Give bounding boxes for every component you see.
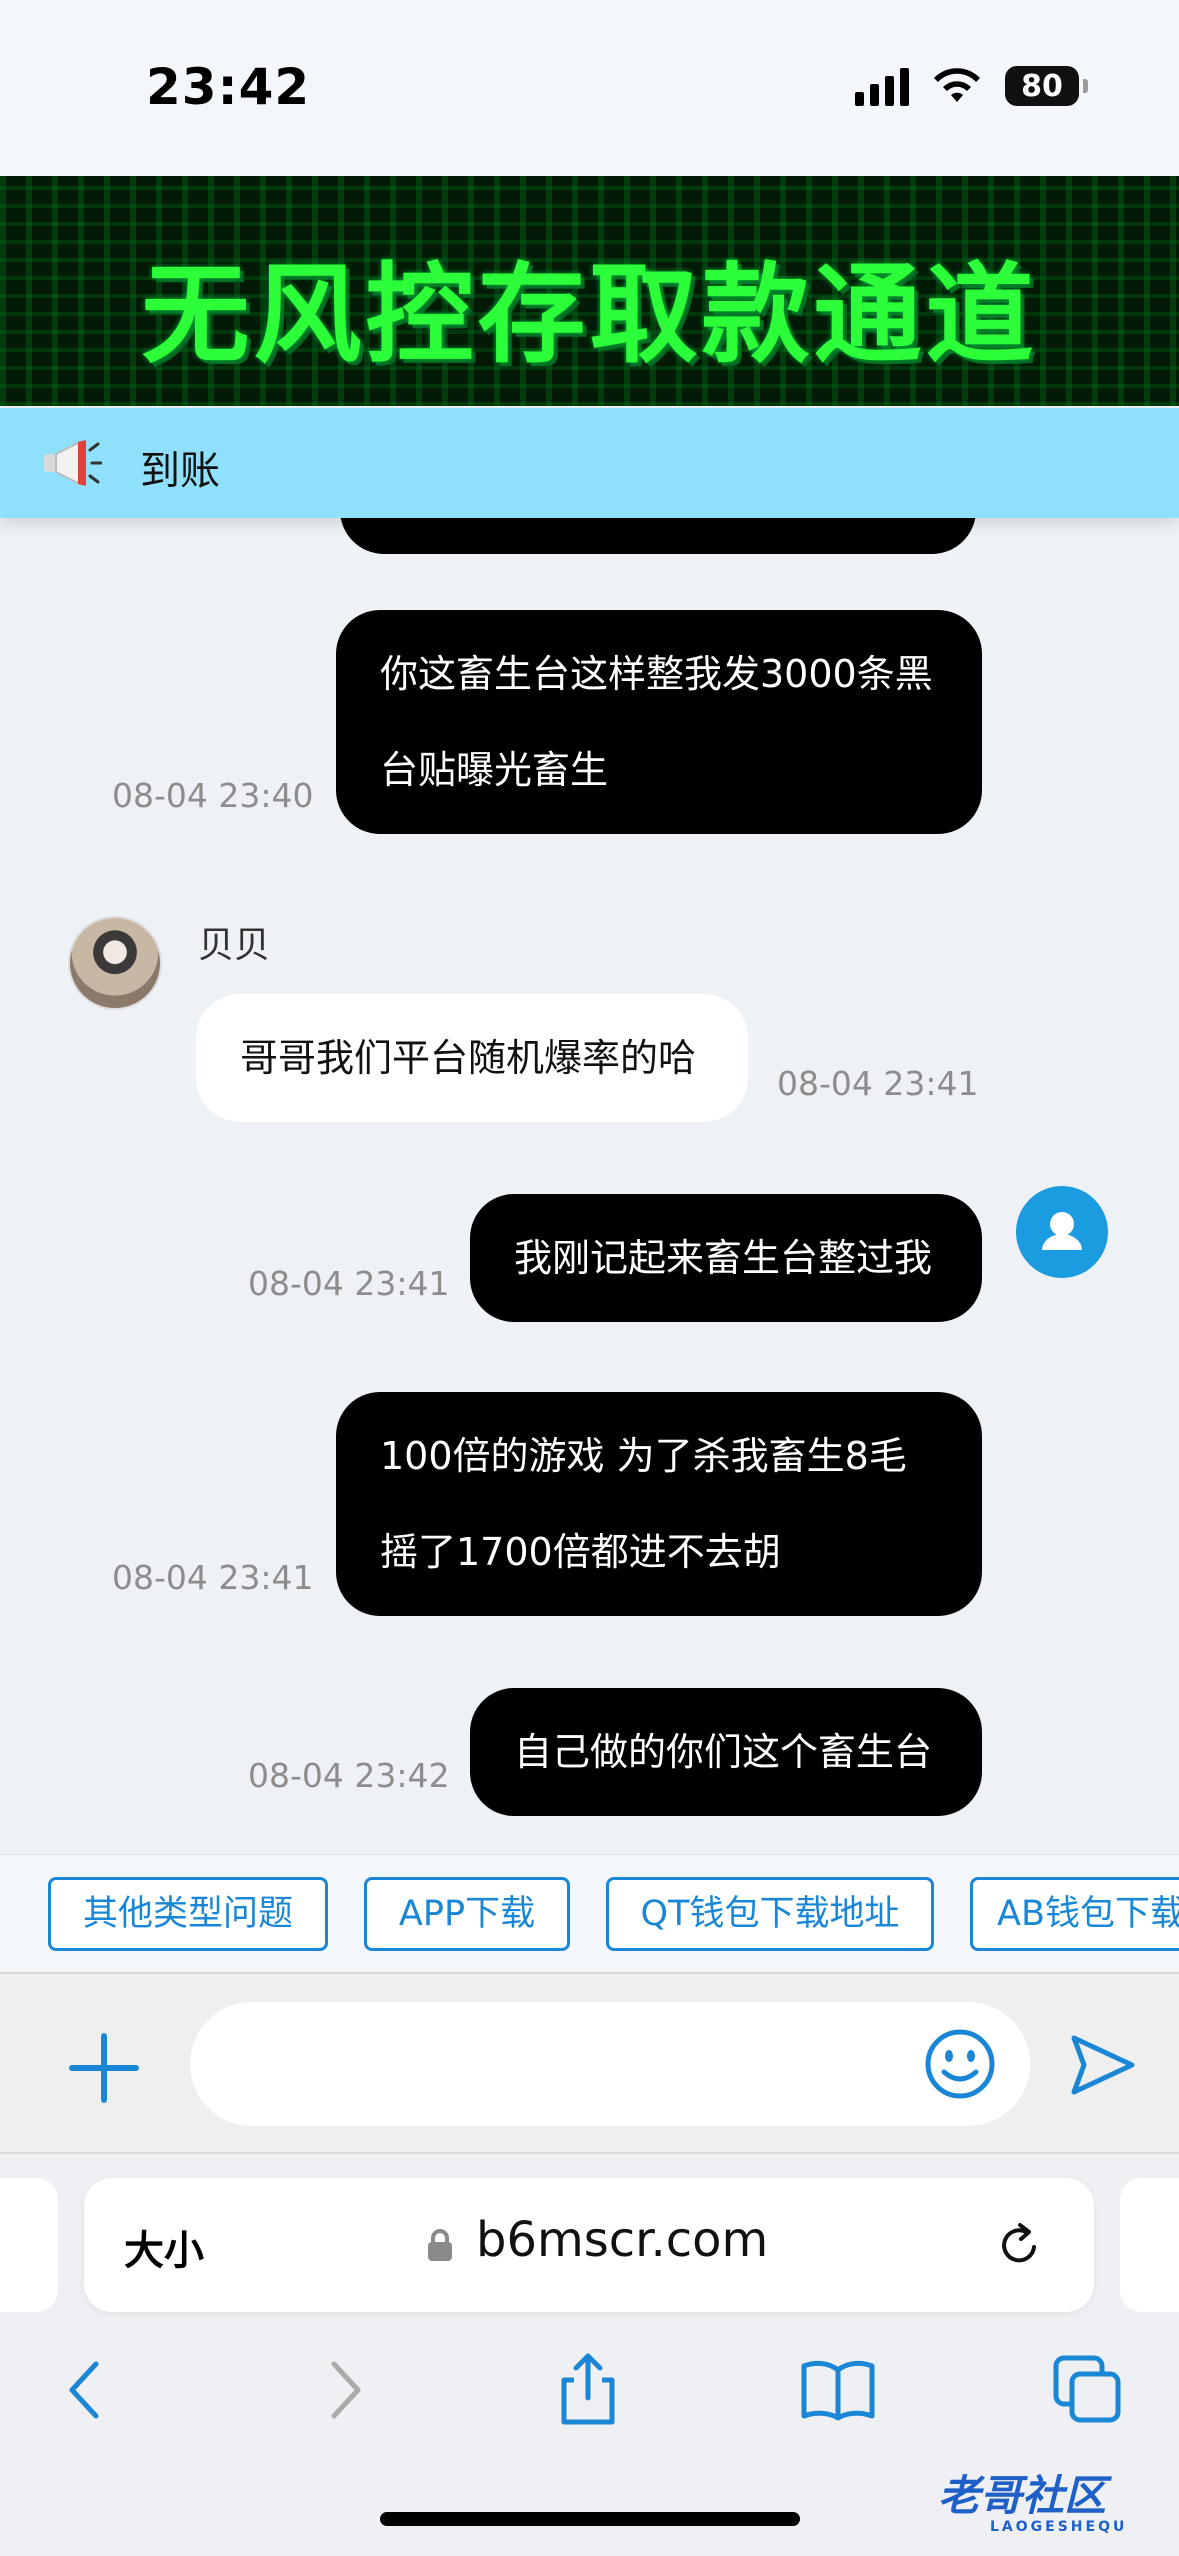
message-timestamp: 08-04 23:41: [112, 1558, 314, 1597]
lock-icon: [428, 2229, 452, 2261]
message-bubble-incoming[interactable]: 哥哥我们平台随机爆率的哈: [196, 994, 748, 1122]
message-timestamp: 08-04 23:40: [112, 776, 314, 815]
message-bubble-partial: [340, 518, 976, 554]
status-indicators: 80: [855, 64, 1088, 108]
announcement-bar[interactable]: 到账: [0, 408, 1179, 518]
user-icon: [1042, 1212, 1082, 1250]
message-text-line: 你这畜生台这样整我发3000条黑: [380, 652, 933, 696]
address-bar[interactable]: 大小 b6mscr.com: [84, 2178, 1094, 2312]
megaphone-icon: [44, 440, 102, 486]
tabs-icon[interactable]: [1050, 2352, 1126, 2428]
watermark-text: 老哥社区: [938, 2471, 1107, 2520]
share-icon[interactable]: [550, 2352, 626, 2428]
message-timestamp: 08-04 23:41: [777, 1064, 979, 1103]
previous-tab-preview[interactable]: [0, 2178, 58, 2312]
message-text-line: 摇了1700倍都进不去胡: [380, 1530, 781, 1574]
message-bubble-outgoing[interactable]: 100倍的游戏 为了杀我畜生8毛 摇了1700倍都进不去胡: [336, 1392, 982, 1616]
my-avatar[interactable]: [1016, 1186, 1108, 1278]
watermark-subtext: LAOGESHEQU: [990, 2519, 1128, 2535]
status-time: 23:42: [146, 58, 311, 116]
emoji-icon[interactable]: [924, 2028, 996, 2100]
announcement-text: 到账: [140, 448, 220, 494]
battery-level: 80: [1021, 68, 1063, 104]
banner-text: 无风控存取款通道: [141, 253, 1038, 378]
sender-avatar[interactable]: [68, 916, 162, 1010]
message-input[interactable]: [190, 2002, 1030, 2126]
message-timestamp: 08-04 23:42: [248, 1756, 450, 1795]
send-icon[interactable]: [1068, 2030, 1138, 2100]
message-bubble-outgoing[interactable]: 我刚记起来畜生台整过我: [470, 1194, 982, 1322]
message-input-bar: [0, 1972, 1179, 2154]
quick-reply-app-download[interactable]: APP下载: [364, 1877, 570, 1951]
message-bubble-outgoing[interactable]: 你这畜生台这样整我发3000条黑 台贴曝光畜生: [336, 610, 982, 834]
message-text: 自己做的你们这个畜生台: [514, 1730, 933, 1774]
quick-reply-bar[interactable]: 其他类型问题 APP下载 QT钱包下载地址 AB钱包下载: [0, 1854, 1179, 1972]
plus-icon[interactable]: [68, 2032, 140, 2104]
home-indicator[interactable]: [380, 2512, 800, 2526]
status-bar: 23:42 80: [0, 0, 1179, 176]
wifi-icon: [934, 68, 980, 102]
reload-icon[interactable]: [994, 2220, 1044, 2270]
quick-reply-qt-wallet[interactable]: QT钱包下载地址: [606, 1877, 934, 1951]
bookmarks-icon[interactable]: [800, 2352, 876, 2428]
promo-banner[interactable]: 无风控存取款通道: [0, 176, 1179, 406]
message-text: 我刚记起来畜生台整过我: [514, 1236, 933, 1280]
text-size-button[interactable]: 大小: [124, 2218, 204, 2276]
battery-icon: 80: [1005, 66, 1088, 106]
watermark-logo: 老哥社区 LAOGESHEQU: [938, 2462, 1168, 2536]
sender-name: 贝贝: [198, 925, 271, 966]
message-text: 哥哥我们平台随机爆率的哈: [240, 1036, 697, 1080]
message-timestamp: 08-04 23:41: [248, 1264, 450, 1303]
cellular-signal-icon: [855, 66, 909, 106]
message-text-line: 台贴曝光畜生: [380, 748, 609, 792]
message-text-line: 100倍的游戏 为了杀我畜生8毛: [380, 1434, 907, 1478]
quick-reply-ab-wallet[interactable]: AB钱包下载: [970, 1877, 1179, 1951]
quick-reply-other-issues[interactable]: 其他类型问题: [48, 1877, 328, 1951]
back-icon[interactable]: [50, 2352, 126, 2428]
url-domain: b6mscr.com: [476, 2212, 769, 2268]
next-tab-preview[interactable]: [1120, 2178, 1179, 2312]
message-bubble-outgoing[interactable]: 自己做的你们这个畜生台: [470, 1688, 982, 1816]
forward-icon[interactable]: [304, 2352, 380, 2428]
chat-messages[interactable]: 你这畜生台这样整我发3000条黑 台贴曝光畜生 08-04 23:40 贝贝 哥…: [0, 518, 1179, 1854]
